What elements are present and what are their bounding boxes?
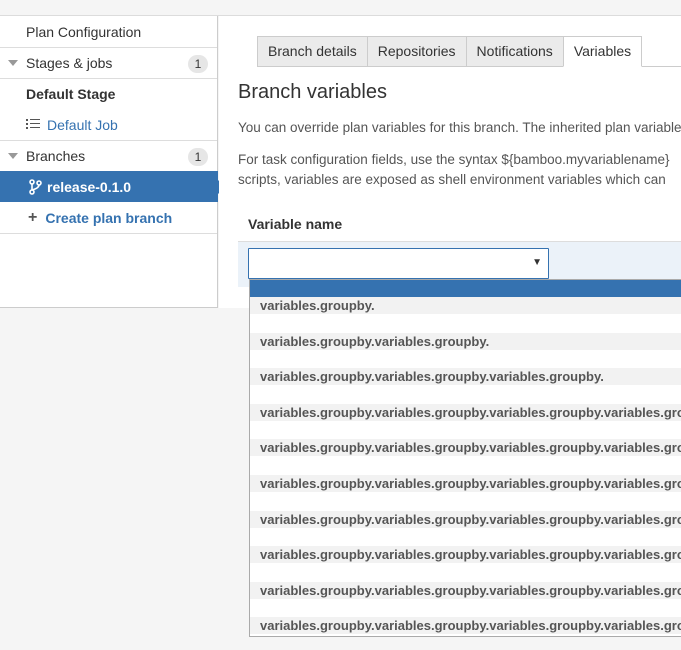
dropdown-option-label: variables.groupby.variables.groupby.vari… xyxy=(260,404,681,420)
dropdown-option-label: variables.groupby.variables.groupby.vari… xyxy=(260,440,681,456)
sidebar-section-label: Stages & jobs xyxy=(26,55,113,71)
sidebar-divider xyxy=(0,233,217,234)
dropdown-highlighted-option[interactable] xyxy=(250,280,681,297)
plus-icon: + xyxy=(28,208,38,226)
dropdown-option[interactable]: variables.groupby.variables.groupby.vari… xyxy=(250,368,681,404)
dropdown-option[interactable]: variables.groupby.variables.groupby.vari… xyxy=(250,617,681,636)
tab-branch-details[interactable]: Branch details xyxy=(257,36,367,67)
branches-count-badge: 1 xyxy=(188,148,208,166)
main-panel: Branch details Repositories Notification… xyxy=(219,16,681,308)
dropdown-option-label: variables.groupby.variables.groupby.vari… xyxy=(260,618,681,634)
sidebar-section-branches[interactable]: Branches 1 xyxy=(0,140,217,171)
top-bar xyxy=(0,0,681,16)
sidebar-item-label: Default Job xyxy=(47,116,118,133)
dropdown-option[interactable]: variables.groupby.variables.groupby. xyxy=(250,332,681,369)
tab-bar: Branch details Repositories Notification… xyxy=(257,36,681,67)
create-plan-branch-link[interactable]: + Create plan branch xyxy=(0,202,217,233)
dropdown-option-label: variables.groupby.variables.groupby.vari… xyxy=(260,582,681,598)
git-branch-icon xyxy=(29,178,42,195)
list-icon xyxy=(26,119,40,130)
sidebar-item-label: Default Stage xyxy=(26,86,116,102)
variable-dropdown-list[interactable]: variables.groupby. variables.groupby.vari… xyxy=(249,279,681,637)
dropdown-option[interactable]: variables.groupby.variables.groupby.vari… xyxy=(250,439,681,475)
sidebar-item-default-stage[interactable]: Default Stage xyxy=(0,78,217,109)
sidebar-item-plan-configuration[interactable]: Plan Configuration xyxy=(0,16,217,47)
syntax-help-line: scripts, variables are exposed as shell … xyxy=(238,172,666,187)
sidebar-item-default-job[interactable]: Default Job xyxy=(0,109,217,140)
dropdown-option-label: variables.groupby. xyxy=(260,298,375,313)
dropdown-option[interactable]: variables.groupby.variables.groupby.vari… xyxy=(250,581,681,618)
variable-name-column-header: Variable name xyxy=(248,216,343,232)
sidebar-item-release-branch[interactable]: release-0.1.0 xyxy=(0,171,225,202)
dropdown-option[interactable]: variables.groupby.variables.groupby.vari… xyxy=(250,403,681,440)
sidebar-item-label: Plan Configuration xyxy=(26,23,142,40)
sidebar-item-label: Create plan branch xyxy=(45,209,173,226)
chevron-down-icon xyxy=(8,153,18,159)
syntax-help-line: For task configuration fields, use the s… xyxy=(238,152,670,167)
dropdown-option[interactable]: variables.groupby.variables.groupby.vari… xyxy=(250,474,681,511)
dropdown-option[interactable]: variables.groupby.variables.groupby.vari… xyxy=(250,510,681,547)
sidebar: Plan Configuration Stages & jobs 1 Defau… xyxy=(0,16,225,308)
description-text: You can override plan variables for this… xyxy=(238,120,681,135)
dropdown-option-label: variables.groupby.variables.groupby.vari… xyxy=(260,475,681,491)
dropdown-option[interactable]: variables.groupby. xyxy=(250,297,681,333)
tab-variables[interactable]: Variables xyxy=(562,36,643,67)
stages-count-badge: 1 xyxy=(188,55,208,73)
caret-down-icon: ▼ xyxy=(532,257,542,268)
dropdown-option-label: variables.groupby.variables.groupby. xyxy=(260,333,490,349)
page-title: Branch variables xyxy=(238,81,387,103)
sidebar-section-label: Branches xyxy=(26,148,86,164)
syntax-help-text: For task configuration fields, use the s… xyxy=(238,150,681,190)
dropdown-option[interactable]: variables.groupby.variables.groupby.vari… xyxy=(250,546,681,582)
dropdown-option-label: variables.groupby.variables.groupby.vari… xyxy=(260,511,681,527)
variable-name-select[interactable]: ▼ xyxy=(248,248,549,279)
tab-notifications[interactable]: Notifications xyxy=(465,36,563,67)
dropdown-option-label: variables.groupby.variables.groupby.vari… xyxy=(260,547,681,563)
chevron-down-icon xyxy=(8,60,18,66)
tab-repositories[interactable]: Repositories xyxy=(366,36,466,67)
sidebar-item-label: release-0.1.0 xyxy=(47,178,132,195)
dropdown-option-label: variables.groupby.variables.groupby.vari… xyxy=(260,369,604,385)
sidebar-section-stages[interactable]: Stages & jobs 1 xyxy=(0,47,217,78)
